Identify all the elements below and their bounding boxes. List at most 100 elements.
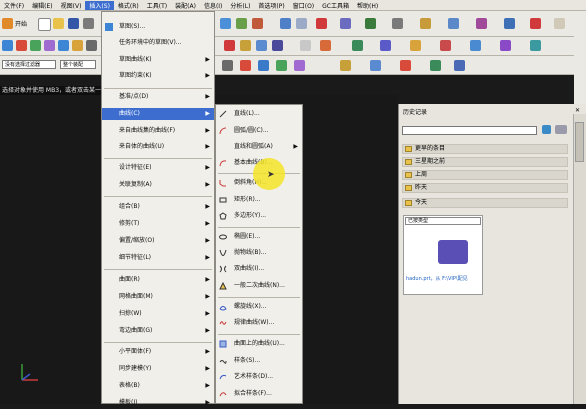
sketch-tool-icon[interactable] [220, 18, 231, 29]
menu-item-curve[interactable]: 曲线(C) ▶ [102, 108, 214, 120]
offset-icon[interactable] [470, 40, 481, 51]
menu-item-trim[interactable]: 修剪(T) ▶ [102, 218, 214, 230]
grid-icon[interactable] [430, 60, 441, 71]
assembly-scope-combo[interactable]: 整个装配 [60, 60, 96, 69]
assembly-icon[interactable] [448, 18, 459, 29]
layer-icon[interactable] [340, 18, 351, 29]
blend-icon[interactable] [320, 40, 331, 51]
menu-item-arc-circle[interactable]: 圆弧/圆(C)... [216, 125, 302, 137]
open-folder-icon[interactable] [53, 18, 64, 29]
endpoint-icon[interactable] [258, 60, 269, 71]
menu-file[interactable]: 文件(F) [0, 1, 28, 10]
arc-icon[interactable] [16, 40, 27, 51]
type-filter-combo[interactable]: 没有选择过滤器 [2, 60, 56, 69]
menu-item-surface[interactable]: 曲面(R) ▶ [102, 274, 214, 286]
tool-icon[interactable] [476, 18, 487, 29]
menu-item-spline[interactable]: 样条(S)... [216, 355, 302, 367]
chamfer-icon[interactable] [352, 40, 363, 51]
menu-item-curve-on-surface[interactable]: 曲面上的曲线(U)... [216, 338, 302, 350]
menu-item-hyperbola[interactable]: 双曲线(I)... [216, 263, 302, 275]
menu-item-offset-scale[interactable]: 偏置/缩放(O) ▶ [102, 235, 214, 247]
menu-item-polygon[interactable]: 多边形(Y)... [216, 210, 302, 222]
menu-view[interactable]: 视图(V) [57, 1, 86, 10]
menu-item-sketch[interactable]: 草图(S)... [102, 21, 214, 33]
hole-icon[interactable] [224, 40, 235, 51]
history-group-three-weeks[interactable]: 三星期之前 [402, 157, 568, 167]
cube-icon[interactable] [454, 60, 465, 71]
menu-item-flange-surface[interactable]: 弯边曲面(G) ▶ [102, 325, 214, 337]
scrollbar-thumb[interactable] [575, 122, 584, 162]
menu-item-line-and-arc[interactable]: 直线和圆弧(A) ▶ [216, 141, 302, 153]
menu-item-line[interactable]: 直线(L)... [216, 108, 302, 120]
menu-item-synchronous-modeling[interactable]: 同步建模(Y) ▶ [102, 363, 214, 375]
view-mode-select[interactable]: 已按类型 [405, 217, 481, 225]
menu-tools[interactable]: 工具(T) [143, 1, 171, 10]
start-label[interactable]: 开始 [15, 19, 27, 28]
menu-item-sketch-constraint[interactable]: 草图约束(K) ▶ [102, 70, 214, 82]
more-icon[interactable] [554, 18, 565, 29]
menu-item-detail-feature[interactable]: 细节特征(L) ▶ [102, 252, 214, 264]
menu-item-table[interactable]: 表格(B) ▶ [102, 380, 214, 392]
menu-analysis[interactable]: 分析(L) [226, 1, 254, 10]
menu-item-facet-body[interactable]: 小平面体(F) ▶ [102, 346, 214, 358]
history-group-yesterday[interactable]: 昨天 [402, 183, 568, 193]
menu-item-template[interactable]: 模板(I) ▶ [102, 397, 214, 409]
quadrant-icon[interactable] [340, 60, 351, 71]
view-options-icon[interactable] [555, 125, 567, 134]
window-icon[interactable] [365, 18, 376, 29]
patch-icon[interactable] [530, 40, 541, 51]
shell-icon[interactable] [300, 40, 311, 51]
menu-item-fit-spline[interactable]: 拟合样条(F)... [216, 388, 302, 400]
menu-item-law-curve[interactable]: 规律曲线(W)... [216, 317, 302, 329]
polygon-icon[interactable] [44, 40, 55, 51]
menu-help[interactable]: 帮助(H) [353, 1, 382, 10]
history-group-today[interactable]: 今天 [402, 198, 568, 208]
midpoint-icon[interactable] [276, 60, 287, 71]
center-icon[interactable] [294, 60, 305, 71]
render-icon[interactable] [296, 18, 307, 29]
mirror-icon[interactable] [380, 40, 391, 51]
history-group-last-week[interactable]: 上周 [402, 170, 568, 180]
menu-gc-toolbox[interactable]: GC工具箱 [318, 1, 353, 10]
part-thumbnail[interactable] [438, 240, 468, 264]
pin-icon[interactable]: ✕ [575, 107, 580, 114]
undo-icon[interactable] [83, 18, 94, 29]
sew-icon[interactable] [500, 40, 511, 51]
point-icon[interactable] [72, 40, 83, 51]
menu-item-design-feature[interactable]: 设计特征(E) ▶ [102, 162, 214, 174]
boss-icon[interactable] [240, 40, 251, 51]
menu-item-ellipse[interactable]: 椭圆(E)... [216, 231, 302, 243]
revolve-icon[interactable] [252, 18, 263, 29]
pad-icon[interactable] [272, 40, 283, 51]
pattern-icon[interactable] [410, 40, 421, 51]
history-entry[interactable]: 已按类型 hadun.prt，从 F:\VIP\配见 [403, 215, 483, 295]
menu-edit[interactable]: 编辑(E) [28, 1, 56, 10]
menu-item-datum-point[interactable]: 基准/点(D) ▶ [102, 91, 214, 103]
axis-icon[interactable] [530, 18, 541, 29]
measure-icon[interactable] [316, 18, 327, 29]
menu-item-helix[interactable]: 螺旋线(X)... [216, 301, 302, 313]
menu-format[interactable]: 格式(R) [114, 1, 143, 10]
menu-item-task-sketch[interactable]: 任务环境中的草图(V)... [102, 37, 214, 49]
snap-point-icon[interactable] [240, 60, 251, 71]
view-icon[interactable] [280, 18, 291, 29]
part-caption[interactable]: hadun.prt，从 F:\VIP\配见 [406, 275, 468, 282]
menu-item-associative-copy[interactable]: 关联复制(A) ▶ [102, 179, 214, 191]
menu-item-curve-from-body[interactable]: 来自体的曲线(U) ▶ [102, 141, 214, 153]
line-icon[interactable] [2, 40, 13, 51]
menu-item-parabola[interactable]: 抛物线(B)... [216, 247, 302, 259]
menu-item-rectangle[interactable]: 矩形(R)... [216, 194, 302, 206]
snap-icon[interactable] [392, 18, 403, 29]
menu-preferences[interactable]: 首选项(P) [254, 1, 288, 10]
menu-item-derived-curve[interactable]: 来自曲线集的曲线(F) ▶ [102, 125, 214, 137]
extrude-icon[interactable] [236, 18, 247, 29]
pocket-icon[interactable] [256, 40, 267, 51]
spline-icon[interactable] [58, 40, 69, 51]
menu-item-general-conic[interactable]: 一般二次曲线(N)... [216, 280, 302, 292]
trim-icon[interactable] [86, 40, 97, 51]
menu-item-sweep[interactable]: 扫掠(W) ▶ [102, 308, 214, 320]
new-file-icon[interactable] [38, 18, 51, 31]
start-icon[interactable] [2, 18, 13, 29]
menu-item-combine[interactable]: 组合(B) ▶ [102, 201, 214, 213]
refresh-icon[interactable] [542, 125, 551, 134]
